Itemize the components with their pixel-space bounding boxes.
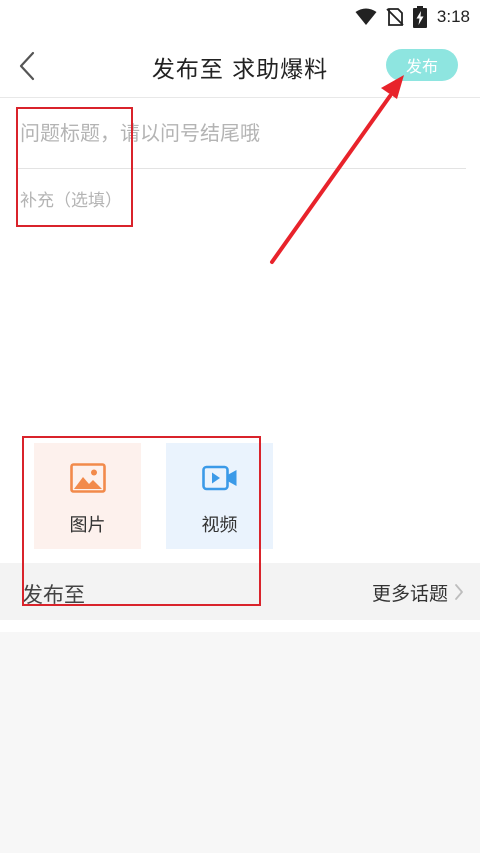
publish-to-row[interactable]: 发布至 更多话题 bbox=[0, 563, 480, 620]
question-title-input[interactable] bbox=[20, 113, 466, 153]
input-divider bbox=[18, 168, 466, 169]
battery-charging-icon bbox=[412, 6, 427, 28]
publish-to-label: 发布至 bbox=[22, 583, 85, 607]
no-sim-icon bbox=[386, 8, 404, 26]
video-label: 视频 bbox=[201, 515, 238, 536]
wifi-icon bbox=[355, 8, 377, 25]
more-topics-link[interactable]: 更多话题 bbox=[371, 580, 464, 605]
video-camera-icon bbox=[201, 465, 236, 491]
add-image-button[interactable]: 图片 bbox=[34, 443, 141, 549]
chevron-right-icon bbox=[455, 584, 463, 600]
status-time: 3:18 bbox=[436, 7, 470, 26]
image-icon bbox=[69, 463, 106, 493]
post-question-screen: 3:18 发布至 求助爆料 发布 图片 视频 发布至 bbox=[0, 0, 480, 853]
status-bar: 3:18 bbox=[0, 0, 480, 34]
publish-button[interactable]: 发布 bbox=[386, 49, 458, 81]
add-video-button[interactable]: 视频 bbox=[166, 443, 273, 549]
empty-content-area bbox=[0, 632, 480, 853]
status-icons: 3:18 bbox=[355, 5, 470, 29]
supplement-input[interactable] bbox=[20, 186, 466, 220]
image-label: 图片 bbox=[69, 515, 106, 536]
title-bar: 发布至 求助爆料 发布 bbox=[0, 34, 480, 98]
more-topics-label: 更多话题 bbox=[371, 582, 448, 605]
